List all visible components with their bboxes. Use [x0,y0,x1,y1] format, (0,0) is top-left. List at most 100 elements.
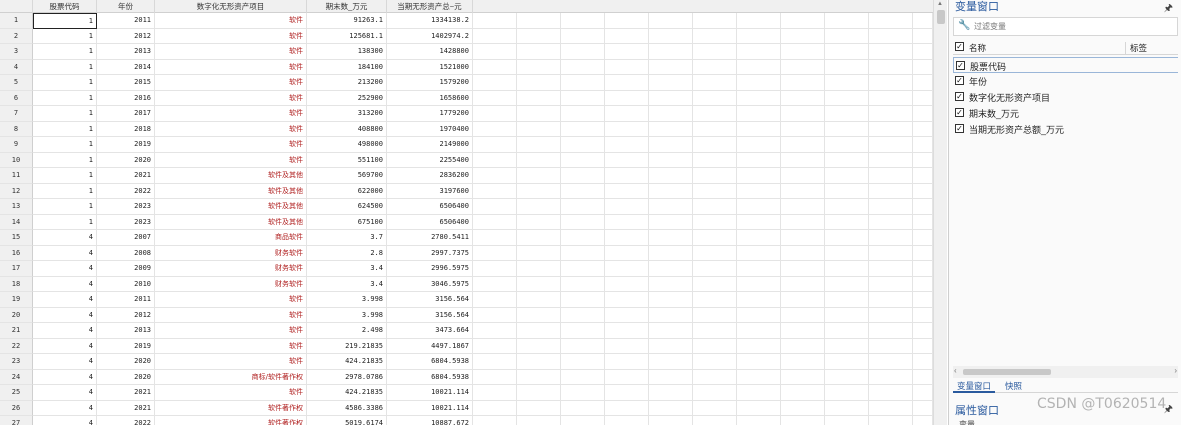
empty-cell[interactable] [913,168,933,184]
empty-cell[interactable] [737,230,781,246]
empty-cell[interactable] [561,385,605,401]
cell-year[interactable]: 2013 [97,323,155,339]
empty-cell[interactable] [737,276,781,292]
empty-cell[interactable] [825,59,869,75]
empty-cell[interactable] [869,121,913,137]
cell-period-end[interactable]: 569700 [307,168,387,184]
cell-total-intangible[interactable]: 2780.5411 [387,230,473,246]
empty-cell[interactable] [869,230,913,246]
empty-cell[interactable] [825,307,869,323]
empty-cell[interactable] [517,152,561,168]
table-row[interactable]: 26 4 2021 软件著作权 4586.3386 10021.114 [0,400,933,416]
table-row[interactable]: 6 1 2016 软件 252900 1658600 [0,90,933,106]
empty-cell[interactable] [781,369,825,385]
empty-cell[interactable] [913,292,933,308]
cell-asset-item[interactable]: 软件著作权 [155,400,307,416]
empty-cell[interactable] [473,245,517,261]
empty-cell[interactable] [561,230,605,246]
empty-cell[interactable] [561,137,605,153]
cell-period-end[interactable]: 3.7 [307,230,387,246]
empty-cell[interactable] [913,385,933,401]
empty-cell[interactable] [825,75,869,91]
empty-cell[interactable] [825,230,869,246]
empty-cell[interactable] [517,292,561,308]
empty-cell[interactable] [913,59,933,75]
empty-cell[interactable] [517,400,561,416]
empty-cell[interactable] [473,106,517,122]
cell-total-intangible[interactable]: 10021.114 [387,400,473,416]
empty-cell[interactable] [517,245,561,261]
empty-cell[interactable] [781,323,825,339]
table-row[interactable]: 15 4 2007 商品软件 3.7 2780.5411 [0,230,933,246]
cell-stock-code[interactable]: 4 [33,369,97,385]
variable-item[interactable]: ✓ 年份 [953,73,1178,89]
empty-cell[interactable] [649,214,693,230]
cell-total-intangible[interactable]: 1970400 [387,121,473,137]
cell-year[interactable]: 2018 [97,121,155,137]
cell-year[interactable]: 2020 [97,152,155,168]
empty-cell[interactable] [693,230,737,246]
cell-period-end[interactable]: 3.998 [307,292,387,308]
empty-cell[interactable] [605,400,649,416]
empty-cell[interactable] [693,59,737,75]
table-row[interactable]: 2 1 2012 软件 125681.1 1402974.2 [0,28,933,44]
cell-total-intangible[interactable]: 6804.5938 [387,369,473,385]
empty-cell[interactable] [561,199,605,215]
cell-stock-code[interactable]: 1 [33,121,97,137]
tab-snapshot[interactable]: 快照 [1001,380,1026,393]
empty-cell[interactable] [869,338,913,354]
empty-cell[interactable] [561,59,605,75]
empty-cell[interactable] [693,338,737,354]
cell-period-end[interactable]: 213200 [307,75,387,91]
empty-cell[interactable] [693,168,737,184]
col-header-total-intangible[interactable]: 当期无形资产总~元 [387,0,473,13]
scroll-up-icon[interactable]: ▲ [937,1,943,7]
empty-cell[interactable] [913,214,933,230]
empty-cell[interactable] [605,137,649,153]
empty-cell[interactable] [649,230,693,246]
empty-cell[interactable] [517,168,561,184]
empty-cell[interactable] [561,400,605,416]
empty-cell[interactable] [737,323,781,339]
cell-asset-item[interactable]: 财务软件 [155,276,307,292]
empty-cell[interactable] [561,354,605,370]
cell-year[interactable]: 2021 [97,385,155,401]
empty-cell[interactable] [473,307,517,323]
cell-total-intangible[interactable]: 3046.5975 [387,276,473,292]
cell-year[interactable]: 2016 [97,90,155,106]
empty-cell[interactable] [473,75,517,91]
empty-cell[interactable] [913,369,933,385]
empty-cell[interactable] [561,152,605,168]
cell-year[interactable]: 2015 [97,75,155,91]
empty-cell[interactable] [605,168,649,184]
empty-cell[interactable] [649,261,693,277]
empty-cell[interactable] [561,183,605,199]
empty-cell[interactable] [517,385,561,401]
empty-cell[interactable] [913,354,933,370]
empty-cell[interactable] [869,137,913,153]
cell-year[interactable]: 2007 [97,230,155,246]
cell-total-intangible[interactable]: 6804.5938 [387,354,473,370]
empty-cell[interactable] [517,137,561,153]
empty-cell[interactable] [737,385,781,401]
empty-cell[interactable] [517,90,561,106]
cell-period-end[interactable]: 2.8 [307,245,387,261]
empty-cell[interactable] [693,416,737,425]
empty-cell[interactable] [737,44,781,60]
cell-total-intangible[interactable]: 3156.564 [387,307,473,323]
empty-cell[interactable] [649,385,693,401]
table-row[interactable]: 5 1 2015 软件 213200 1579200 [0,75,933,91]
empty-cell[interactable] [693,121,737,137]
col-header-year[interactable]: 年份 [97,0,155,13]
empty-cell[interactable] [605,13,649,29]
variable-item[interactable]: ✓ 股票代码 [953,57,1178,73]
cell-total-intangible[interactable]: 1779200 [387,106,473,122]
empty-cell[interactable] [517,121,561,137]
empty-cell[interactable] [869,44,913,60]
cell-total-intangible[interactable]: 4497.1867 [387,338,473,354]
cell-stock-code[interactable]: 1 [33,28,97,44]
empty-cell[interactable] [561,245,605,261]
cell-total-intangible[interactable]: 1402974.2 [387,28,473,44]
empty-cell[interactable] [737,307,781,323]
cell-asset-item[interactable]: 软件 [155,106,307,122]
